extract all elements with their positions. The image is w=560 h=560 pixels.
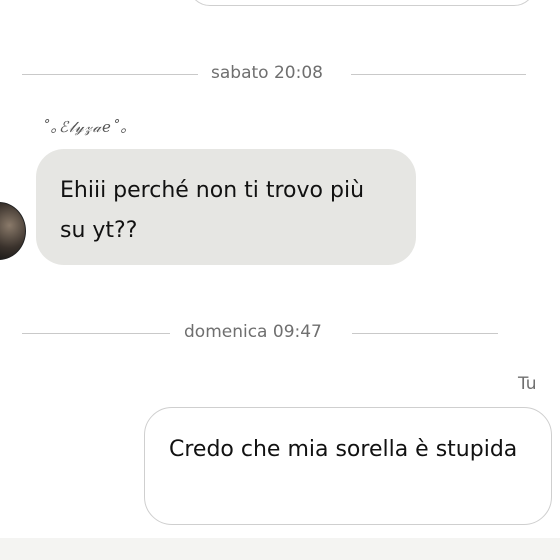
divider-line-left [22, 74, 198, 75]
outgoing-message-text: Credo che mia sorella è stupida [169, 437, 518, 462]
divider-line-right [351, 74, 526, 75]
date-divider-sunday: domenica 09:47 [0, 322, 560, 344]
incoming-message-bubble[interactable]: Ehiii perché non ti trovo più su yt?? [36, 149, 416, 265]
sender-name: ˚｡ℰ𝓁𝓎𝓏𝒶𝑒˚｡ [42, 118, 129, 136]
avatar[interactable] [0, 202, 26, 260]
incoming-message-text: Ehiii perché non ti trovo più su yt?? [60, 178, 365, 243]
previous-message-bubble [188, 0, 536, 6]
composer-area-edge [0, 538, 560, 560]
divider-line-right [352, 333, 498, 334]
date-divider-label: sabato 20:08 [211, 63, 323, 83]
date-divider-saturday: sabato 20:08 [0, 63, 560, 85]
date-divider-label: domenica 09:47 [184, 322, 322, 342]
own-sender-label: Tu [518, 374, 537, 394]
divider-line-left [22, 333, 170, 334]
outgoing-message-bubble[interactable]: Credo che mia sorella è stupida [144, 407, 552, 525]
